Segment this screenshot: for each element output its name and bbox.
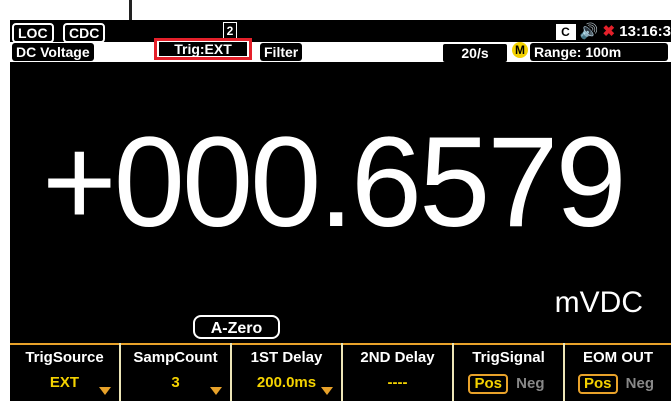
trigger-indicator[interactable]: Trig:EXT: [154, 38, 252, 60]
range-label[interactable]: Range: 100m: [530, 43, 668, 61]
softkey-1st-delay[interactable]: 1ST Delay 200.0ms: [232, 343, 341, 401]
meter-screen: LOC CDC 2 C 🔊 ✖ 13:16:3 DC Voltage Trig:…: [10, 20, 671, 401]
softkey-options: Pos Neg: [565, 374, 671, 394]
speaker-icon: 🔊: [579, 23, 599, 40]
rate-label[interactable]: 20/s: [442, 43, 508, 63]
clock-time: 13:16:3: [619, 23, 671, 40]
softkey-label: TrigSignal: [472, 349, 545, 366]
info-row: DC Voltage Trig:EXT Filter 20/s M Range:…: [10, 38, 671, 63]
option-neg[interactable]: Neg: [622, 376, 658, 392]
softkey-eom-out[interactable]: EOM OUT Pos Neg: [565, 343, 671, 401]
softkey-label: TrigSource: [25, 349, 104, 366]
dropdown-arrow-icon: [321, 387, 333, 395]
trigger-label: Trig:EXT: [159, 42, 247, 57]
softkey-label: EOM OUT: [583, 349, 653, 366]
azero-badge: A-Zero: [193, 315, 280, 339]
softkey-options: Pos Neg: [454, 374, 563, 394]
softkey-label: SampCount: [133, 349, 218, 366]
filter-label[interactable]: Filter: [260, 43, 303, 61]
reading-panel: +000.6579 A-Zero mVDC: [10, 62, 671, 339]
dropdown-arrow-icon: [99, 387, 111, 395]
softkey-value: ----: [387, 374, 408, 391]
cdc-icon: C: [555, 24, 576, 41]
loc-badge: LOC: [12, 23, 54, 43]
softkey-label: 2ND Delay: [360, 349, 435, 366]
option-pos[interactable]: Pos: [577, 374, 618, 394]
measurement-value: +000.6579: [42, 111, 627, 254]
softkey-label: 1ST Delay: [250, 349, 323, 366]
dropdown-arrow-icon: [210, 387, 222, 395]
softkey-2nd-delay[interactable]: 2ND Delay ----: [343, 343, 452, 401]
option-pos[interactable]: Pos: [468, 374, 508, 394]
softkey-sampcount[interactable]: SampCount 3: [121, 343, 230, 401]
range-manual-badge: M: [512, 42, 528, 58]
mode-label[interactable]: DC Voltage: [12, 43, 94, 61]
status-bar: LOC CDC 2 C 🔊 ✖ 13:16:3: [10, 20, 671, 43]
cdc-badge: CDC: [63, 23, 106, 43]
softkey-trigsignal[interactable]: TrigSignal Pos Neg: [454, 343, 563, 401]
softkey-trigsource[interactable]: TrigSource EXT: [10, 343, 119, 401]
option-neg[interactable]: Neg: [512, 376, 548, 392]
status-right: C 🔊 ✖ 13:16:3: [555, 22, 671, 41]
softkey-bar: TrigSource EXT SampCount 3 1ST Delay 200…: [10, 343, 671, 401]
network-disconnected-icon: ✖: [602, 23, 616, 40]
measurement-unit: mVDC: [554, 286, 643, 319]
